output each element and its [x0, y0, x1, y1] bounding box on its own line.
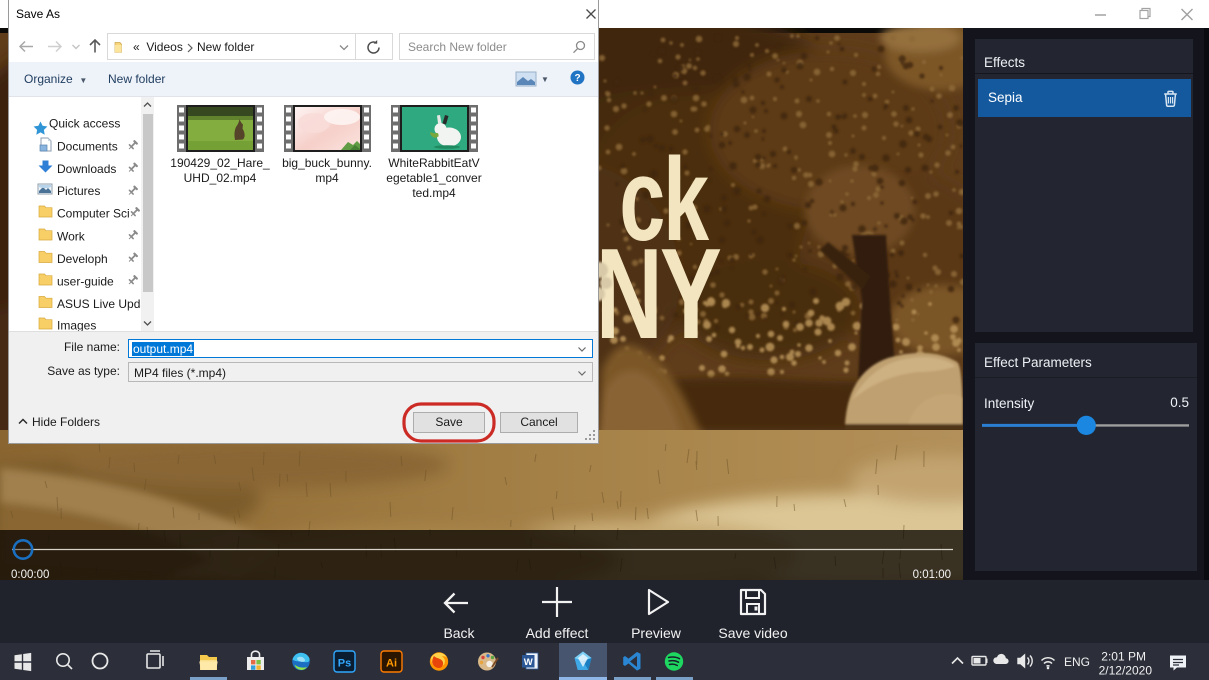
svg-text:WhiteRabbitEatV: WhiteRabbitEatV [388, 156, 479, 170]
svg-text:0:01:00: 0:01:00 [913, 569, 951, 580]
svg-text:Downloads: Downloads [57, 162, 116, 176]
svg-text:2/12/2020: 2/12/2020 [1099, 664, 1153, 678]
svg-text:Quick access: Quick access [49, 117, 120, 131]
svg-text:Computer Sci: Computer Sci [57, 207, 130, 221]
svg-text:big_buck_bunny.: big_buck_bunny. [282, 156, 372, 170]
svg-text:Pictures: Pictures [57, 184, 100, 198]
svg-text:Images: Images [57, 319, 96, 332]
svg-text:egetable1_conver: egetable1_conver [386, 171, 481, 185]
svg-text:NY: NY [596, 221, 721, 366]
svg-text:UHD_02.mp4: UHD_02.mp4 [184, 171, 257, 185]
svg-text:ENG: ENG [1064, 655, 1090, 669]
svg-text:user-guide: user-guide [57, 275, 114, 289]
svg-text:W: W [524, 657, 533, 668]
svg-text:Ps: Ps [338, 658, 351, 670]
svg-text:ASUS Live Updat: ASUS Live Updat [57, 297, 149, 311]
svg-text:Developh: Developh [57, 252, 108, 266]
svg-text:190429_02_Hare_: 190429_02_Hare_ [170, 156, 270, 170]
svg-text:ted.mp4: ted.mp4 [412, 186, 456, 200]
svg-text:2:01 PM: 2:01 PM [1101, 650, 1146, 664]
svg-text:0:00:00: 0:00:00 [11, 569, 49, 580]
svg-text:Work: Work [57, 230, 86, 244]
svg-text:mp4: mp4 [315, 171, 339, 185]
svg-text:?: ? [574, 73, 580, 84]
svg-text:Documents: Documents [57, 140, 118, 154]
svg-text:Ai: Ai [386, 658, 397, 670]
